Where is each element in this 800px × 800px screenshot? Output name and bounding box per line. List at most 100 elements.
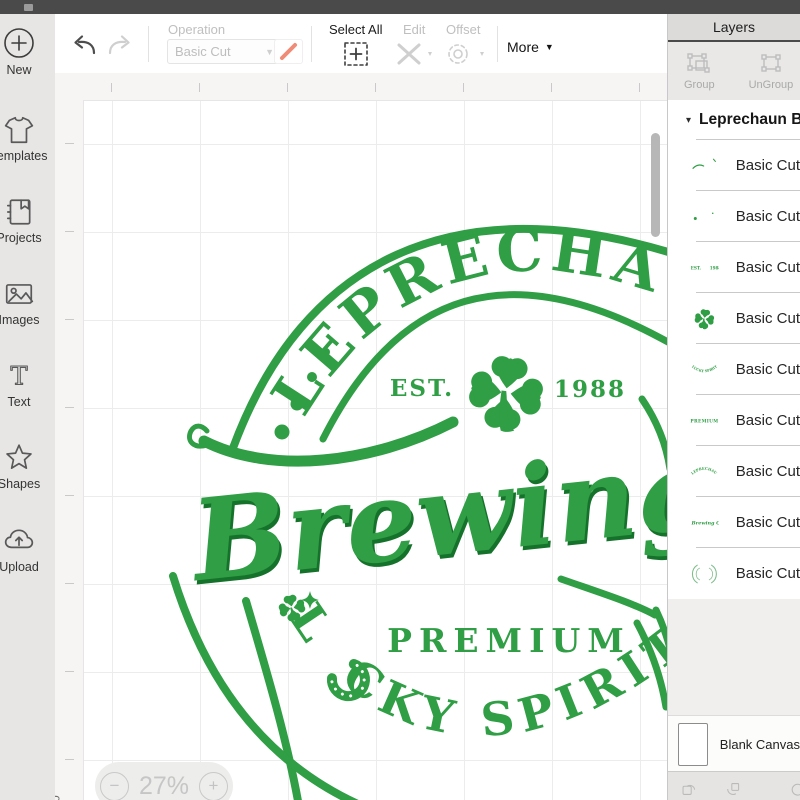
svg-text:T: T <box>10 362 27 392</box>
sidebar-item-label: Text <box>8 395 31 409</box>
layer-thumbnail-lucky-spirits: LUCKY SPIRITS <box>690 351 719 389</box>
layer-row-label: Basic Cut <box>736 157 800 174</box>
leprechaun-badge-design[interactable]: LEPRECHAUN LCKY SPIRITS EST. 1988 <box>84 101 668 800</box>
sidebar-item-shapes[interactable]: Shapes <box>0 442 54 491</box>
ungroup-button[interactable]: UnGroup <box>749 51 794 91</box>
svg-text:LEPRECHAUN: LEPRECHAUN <box>690 454 718 475</box>
layers-panel: Layers Group UnGroup <box>667 14 800 800</box>
layers-bottom-toolbar <box>668 771 800 800</box>
svg-text:1988: 1988 <box>710 265 719 270</box>
layer-thumbnail-clover <box>690 300 719 338</box>
slice-icon[interactable] <box>725 777 741 800</box>
canvas-area: 00 <box>55 73 668 800</box>
layer-group-header[interactable]: ▾ Leprechaun Brewing Co <box>668 100 800 140</box>
image-icon <box>3 278 35 310</box>
design-canvas[interactable]: LEPRECHAUN LCKY SPIRITS EST. 1988 <box>83 100 668 800</box>
layer-thumbnail-leprechaun: LEPRECHAUN <box>690 453 719 491</box>
group-label: Group <box>684 79 715 91</box>
minus-icon: − <box>110 776 120 796</box>
sidebar-item-label: New <box>6 63 31 77</box>
badge-premium-text: PREMIUM <box>387 621 631 660</box>
clover-icon <box>465 352 547 436</box>
select-all-button[interactable] <box>343 41 369 72</box>
chevron-down-icon[interactable]: ▾ <box>686 115 691 126</box>
badge-script-text: Brewing Brewing <box>183 422 668 612</box>
layer-row-label: Basic Cut <box>736 259 800 276</box>
edit-tools-icon <box>395 41 435 67</box>
select-all-label: Select All <box>329 22 382 37</box>
layer-row-label: Basic Cut <box>736 361 800 378</box>
offset-icon <box>445 41 487 67</box>
edit-label: Edit <box>403 22 425 37</box>
svg-text:Brewing: Brewing <box>183 422 668 607</box>
redo-icon <box>107 33 135 59</box>
layers-panel-tools: Group UnGroup <box>668 42 800 100</box>
badge-year-text: 1988 <box>554 376 626 403</box>
offset-button[interactable] <box>445 41 487 72</box>
svg-text:PREMIUM: PREMIUM <box>690 419 718 424</box>
vertical-ruler: 00 <box>55 100 83 800</box>
sidebar-item-label: Upload <box>0 560 39 574</box>
edit-button[interactable] <box>395 41 435 72</box>
operation-select[interactable]: Basic Cut ▼ <box>167 39 282 64</box>
redo-button[interactable] <box>107 33 135 64</box>
group-button[interactable]: Group <box>684 51 715 91</box>
tshirt-icon <box>3 114 35 146</box>
sidebar-item-projects[interactable]: Projects <box>0 196 54 245</box>
svg-text:EST.: EST. <box>691 265 702 270</box>
layer-row[interactable]: EST. 1988 Basic Cut <box>668 242 800 293</box>
zoom-out-button[interactable]: − <box>100 772 129 800</box>
text-icon: T <box>3 360 35 392</box>
blank-canvas-thumbnail <box>678 723 708 766</box>
blank-canvas-row[interactable]: Blank Canvas <box>668 715 800 774</box>
toolbar-divider <box>148 26 149 62</box>
more-button[interactable]: More ▼ <box>507 39 554 55</box>
sidebar-item-label: Shapes <box>0 477 40 491</box>
ungroup-icon <box>757 51 785 77</box>
layer-row[interactable]: Basic Cut <box>668 548 800 599</box>
layer-row[interactable]: PREMIUM Basic Cut <box>668 395 800 446</box>
menu-icon[interactable] <box>24 4 33 11</box>
zoom-in-button[interactable]: + <box>199 772 228 800</box>
sidebar-item-text[interactable]: T Text <box>0 360 54 409</box>
sidebar: New Templates Projects Images T <box>0 14 56 800</box>
toolbar-divider <box>497 26 498 62</box>
tab-layers[interactable]: Layers <box>668 14 800 42</box>
layer-row-label: Basic Cut <box>736 310 800 327</box>
layer-row[interactable]: LEPRECHAUN Basic Cut <box>668 446 800 497</box>
undo-icon <box>69 33 97 59</box>
duplicate-icon[interactable] <box>681 777 697 800</box>
plus-circle-icon <box>2 26 36 60</box>
os-top-bar <box>0 0 800 14</box>
sidebar-item-new[interactable]: New <box>0 26 54 77</box>
sidebar-item-images[interactable]: Images <box>0 278 54 327</box>
chevron-down-icon: ▼ <box>545 42 554 52</box>
layer-thumbnail-brewing-co: Brewing Co. <box>690 504 719 542</box>
sidebar-item-label: Templates <box>0 149 47 163</box>
layer-thumbnail-rings <box>690 555 719 593</box>
operation-value: Basic Cut <box>175 44 231 59</box>
layer-row[interactable]: Basic Cut <box>668 140 800 191</box>
horizontal-ruler <box>83 73 668 100</box>
cricut-design-space-window: New Templates Projects Images T <box>0 0 800 800</box>
svg-text:LUCKY SPIRITS: LUCKY SPIRITS <box>690 352 718 373</box>
layer-row[interactable]: Brewing Co. Basic Cut <box>668 497 800 548</box>
blank-canvas-label: Blank Canvas <box>720 737 800 752</box>
sidebar-item-templates[interactable]: Templates <box>0 114 54 163</box>
undo-button[interactable] <box>69 33 97 64</box>
layer-row[interactable]: Basic Cut <box>668 293 800 344</box>
layer-row-label: Basic Cut <box>736 565 800 582</box>
weld-icon[interactable] <box>784 777 800 800</box>
color-swatch-button[interactable] <box>274 39 303 64</box>
star-icon <box>3 442 35 474</box>
layer-thumbnail-swoosh <box>690 147 719 185</box>
svg-text:Brewing Co.: Brewing Co. <box>691 520 719 526</box>
layer-row-label: Basic Cut <box>736 463 800 480</box>
ungroup-label: UnGroup <box>749 79 794 91</box>
sidebar-item-upload[interactable]: Upload <box>0 525 54 574</box>
select-all-icon <box>343 41 369 67</box>
layer-row-label: Basic Cut <box>736 208 800 225</box>
canvas-scrollbar-handle[interactable] <box>651 133 660 237</box>
layer-row[interactable]: LUCKY SPIRITS Basic Cut <box>668 344 800 395</box>
layer-row[interactable]: Basic Cut <box>668 191 800 242</box>
